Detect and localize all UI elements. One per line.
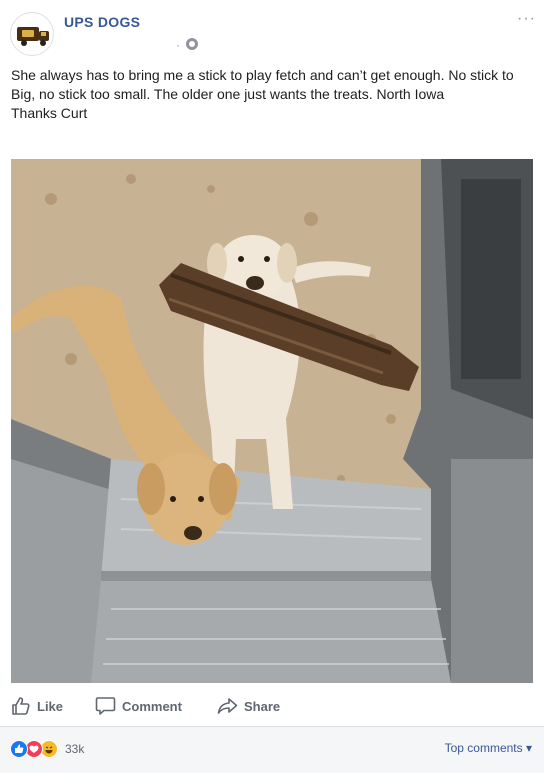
meta-separator: · (176, 38, 180, 52)
more-icon[interactable]: ··· (517, 10, 536, 28)
like-button[interactable]: Like (11, 696, 63, 716)
post-photo[interactable] (11, 159, 533, 683)
comment-button[interactable]: Comment (95, 696, 182, 716)
top-comments-dropdown[interactable]: Top comments ▾ (445, 741, 532, 755)
page-name[interactable]: UPS DOGS (64, 14, 140, 30)
comment-icon (95, 697, 116, 715)
like-label: Like (37, 698, 64, 714)
share-button[interactable]: Share (217, 696, 280, 716)
post-text: She always has to bring me a stick to pl… (11, 67, 514, 121)
post-footer: 33k Top comments ▾ (0, 726, 544, 773)
page-avatar[interactable] (10, 12, 54, 56)
reaction-count: 33k (65, 742, 85, 756)
share-icon (217, 698, 238, 714)
post-actions-bar: Like Comment Share (0, 688, 544, 724)
globe-icon (186, 38, 198, 50)
dogs-with-stick-image (11, 159, 533, 683)
comment-label: Comment (122, 698, 182, 714)
truck-logo-icon (17, 27, 49, 46)
like-icon (12, 697, 30, 715)
reactions-summary[interactable]: 33k (10, 740, 84, 758)
share-label: Share (244, 698, 281, 714)
like-reaction-icon (10, 740, 28, 758)
post-header: UPS DOGS · ··· (0, 0, 544, 62)
